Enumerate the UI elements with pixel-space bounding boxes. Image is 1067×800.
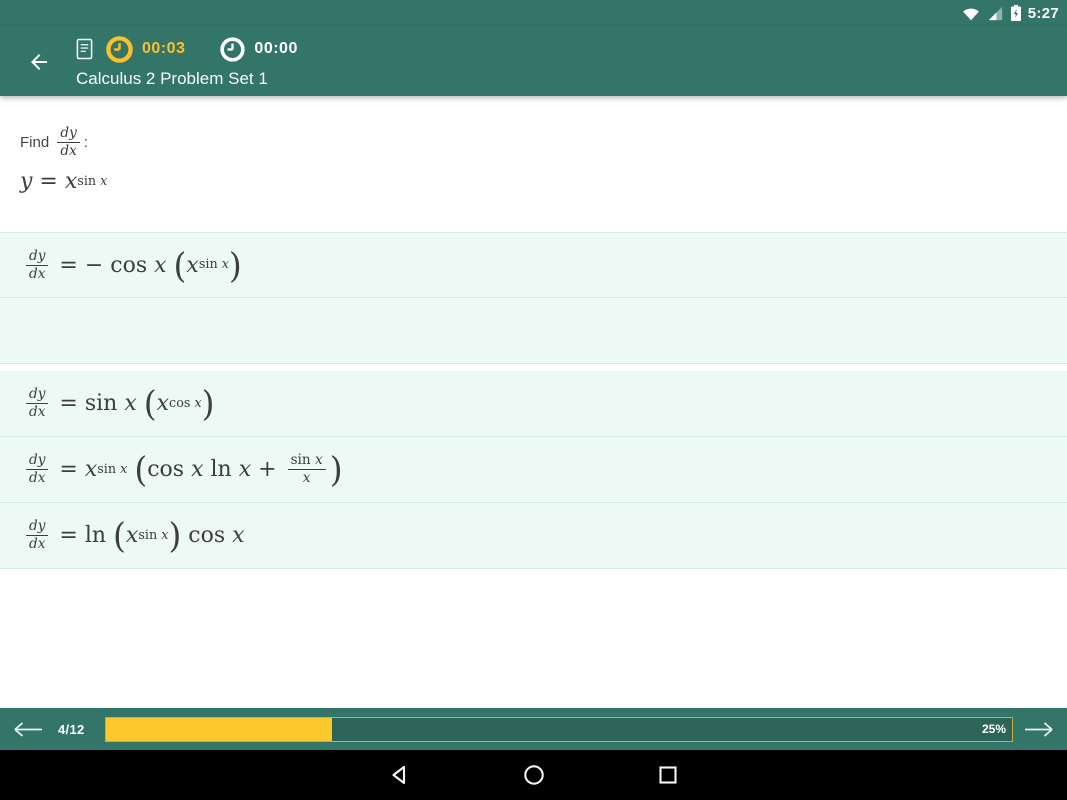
progress-fill	[105, 717, 333, 741]
answer-option-3[interactable]: dy dx = sin x (x cos x)	[0, 371, 1067, 437]
nav-home-button[interactable]	[522, 763, 546, 787]
question-prompt: Find dy dx:	[20, 125, 88, 159]
answer-option-1[interactable]: dy dx = − cos x (x sin x)	[0, 232, 1067, 298]
status-time: 5:27	[1027, 4, 1059, 22]
app-bar-content: 00:03 00:00 Calculus 2 Problem Set 1	[76, 26, 1067, 96]
screen: 5:27 00:03 00:00 Calculus 2 Problem Set …	[0, 0, 1067, 800]
answer-equation: dy dx = x sin x (cos x ln x + sin x x)	[22, 452, 343, 487]
next-button[interactable]	[1023, 721, 1055, 738]
progress-track: 25%	[104, 716, 1013, 742]
answer-option-2[interactable]	[0, 298, 1067, 364]
status-bar: 5:27	[0, 0, 1067, 26]
document-icon	[76, 38, 93, 60]
position-indicator: 4/12	[58, 721, 85, 737]
answer-option-5[interactable]: dy dx = ln (x sin x) cos x	[0, 503, 1067, 569]
back-arrow-icon	[31, 54, 47, 70]
nav-home-icon	[523, 765, 544, 785]
question-screen: Find dy dx: y = x sin x dy dx = − cos x (x s…	[0, 96, 1067, 708]
answer-option-4[interactable]: dy dx = x sin x (cos x ln x + sin x x)	[0, 437, 1067, 503]
answer-equation: dy dx = sin x (x cos x)	[22, 386, 215, 421]
total-timer-value: 00:00	[254, 40, 298, 57]
nav-recents-icon	[658, 766, 677, 784]
android-nav-bar	[0, 750, 1067, 800]
clock-icon-white	[220, 36, 246, 62]
back-button[interactable]	[26, 50, 56, 76]
prev-arrow-icon	[14, 721, 42, 737]
wifi-icon	[962, 8, 979, 20]
next-arrow-icon	[1025, 721, 1053, 737]
answer-equation: dy dx = ln (x sin x) cos x	[22, 518, 245, 553]
nav-back-button[interactable]	[388, 763, 412, 787]
answer-list: dy dx = − cos x (x sin x) dy dx = sin x (x c…	[0, 232, 1067, 569]
pager-bar: 4/12 25%	[0, 708, 1067, 750]
nav-back-icon	[391, 765, 405, 785]
app-bar: 00:03 00:00 Calculus 2 Problem Set 1	[0, 26, 1067, 96]
progress-percent: 25%	[981, 722, 1006, 736]
nav-recents-button[interactable]	[656, 763, 680, 787]
cell-signal-icon	[988, 6, 1002, 20]
page-title: Calculus 2 Problem Set 1	[76, 69, 268, 88]
question-area: Find dy dx: y = x sin x	[0, 96, 1067, 194]
question-expression: y = x sin x	[20, 169, 108, 194]
timer-row: 00:03 00:00	[76, 26, 1067, 66]
prev-button[interactable]	[12, 721, 44, 738]
question-timer-value: 00:03	[142, 40, 186, 57]
answer-equation: dy dx = − cos x (x sin x)	[22, 248, 242, 282]
clock-icon-yellow	[106, 35, 133, 63]
battery-charging-icon	[1010, 5, 1021, 21]
